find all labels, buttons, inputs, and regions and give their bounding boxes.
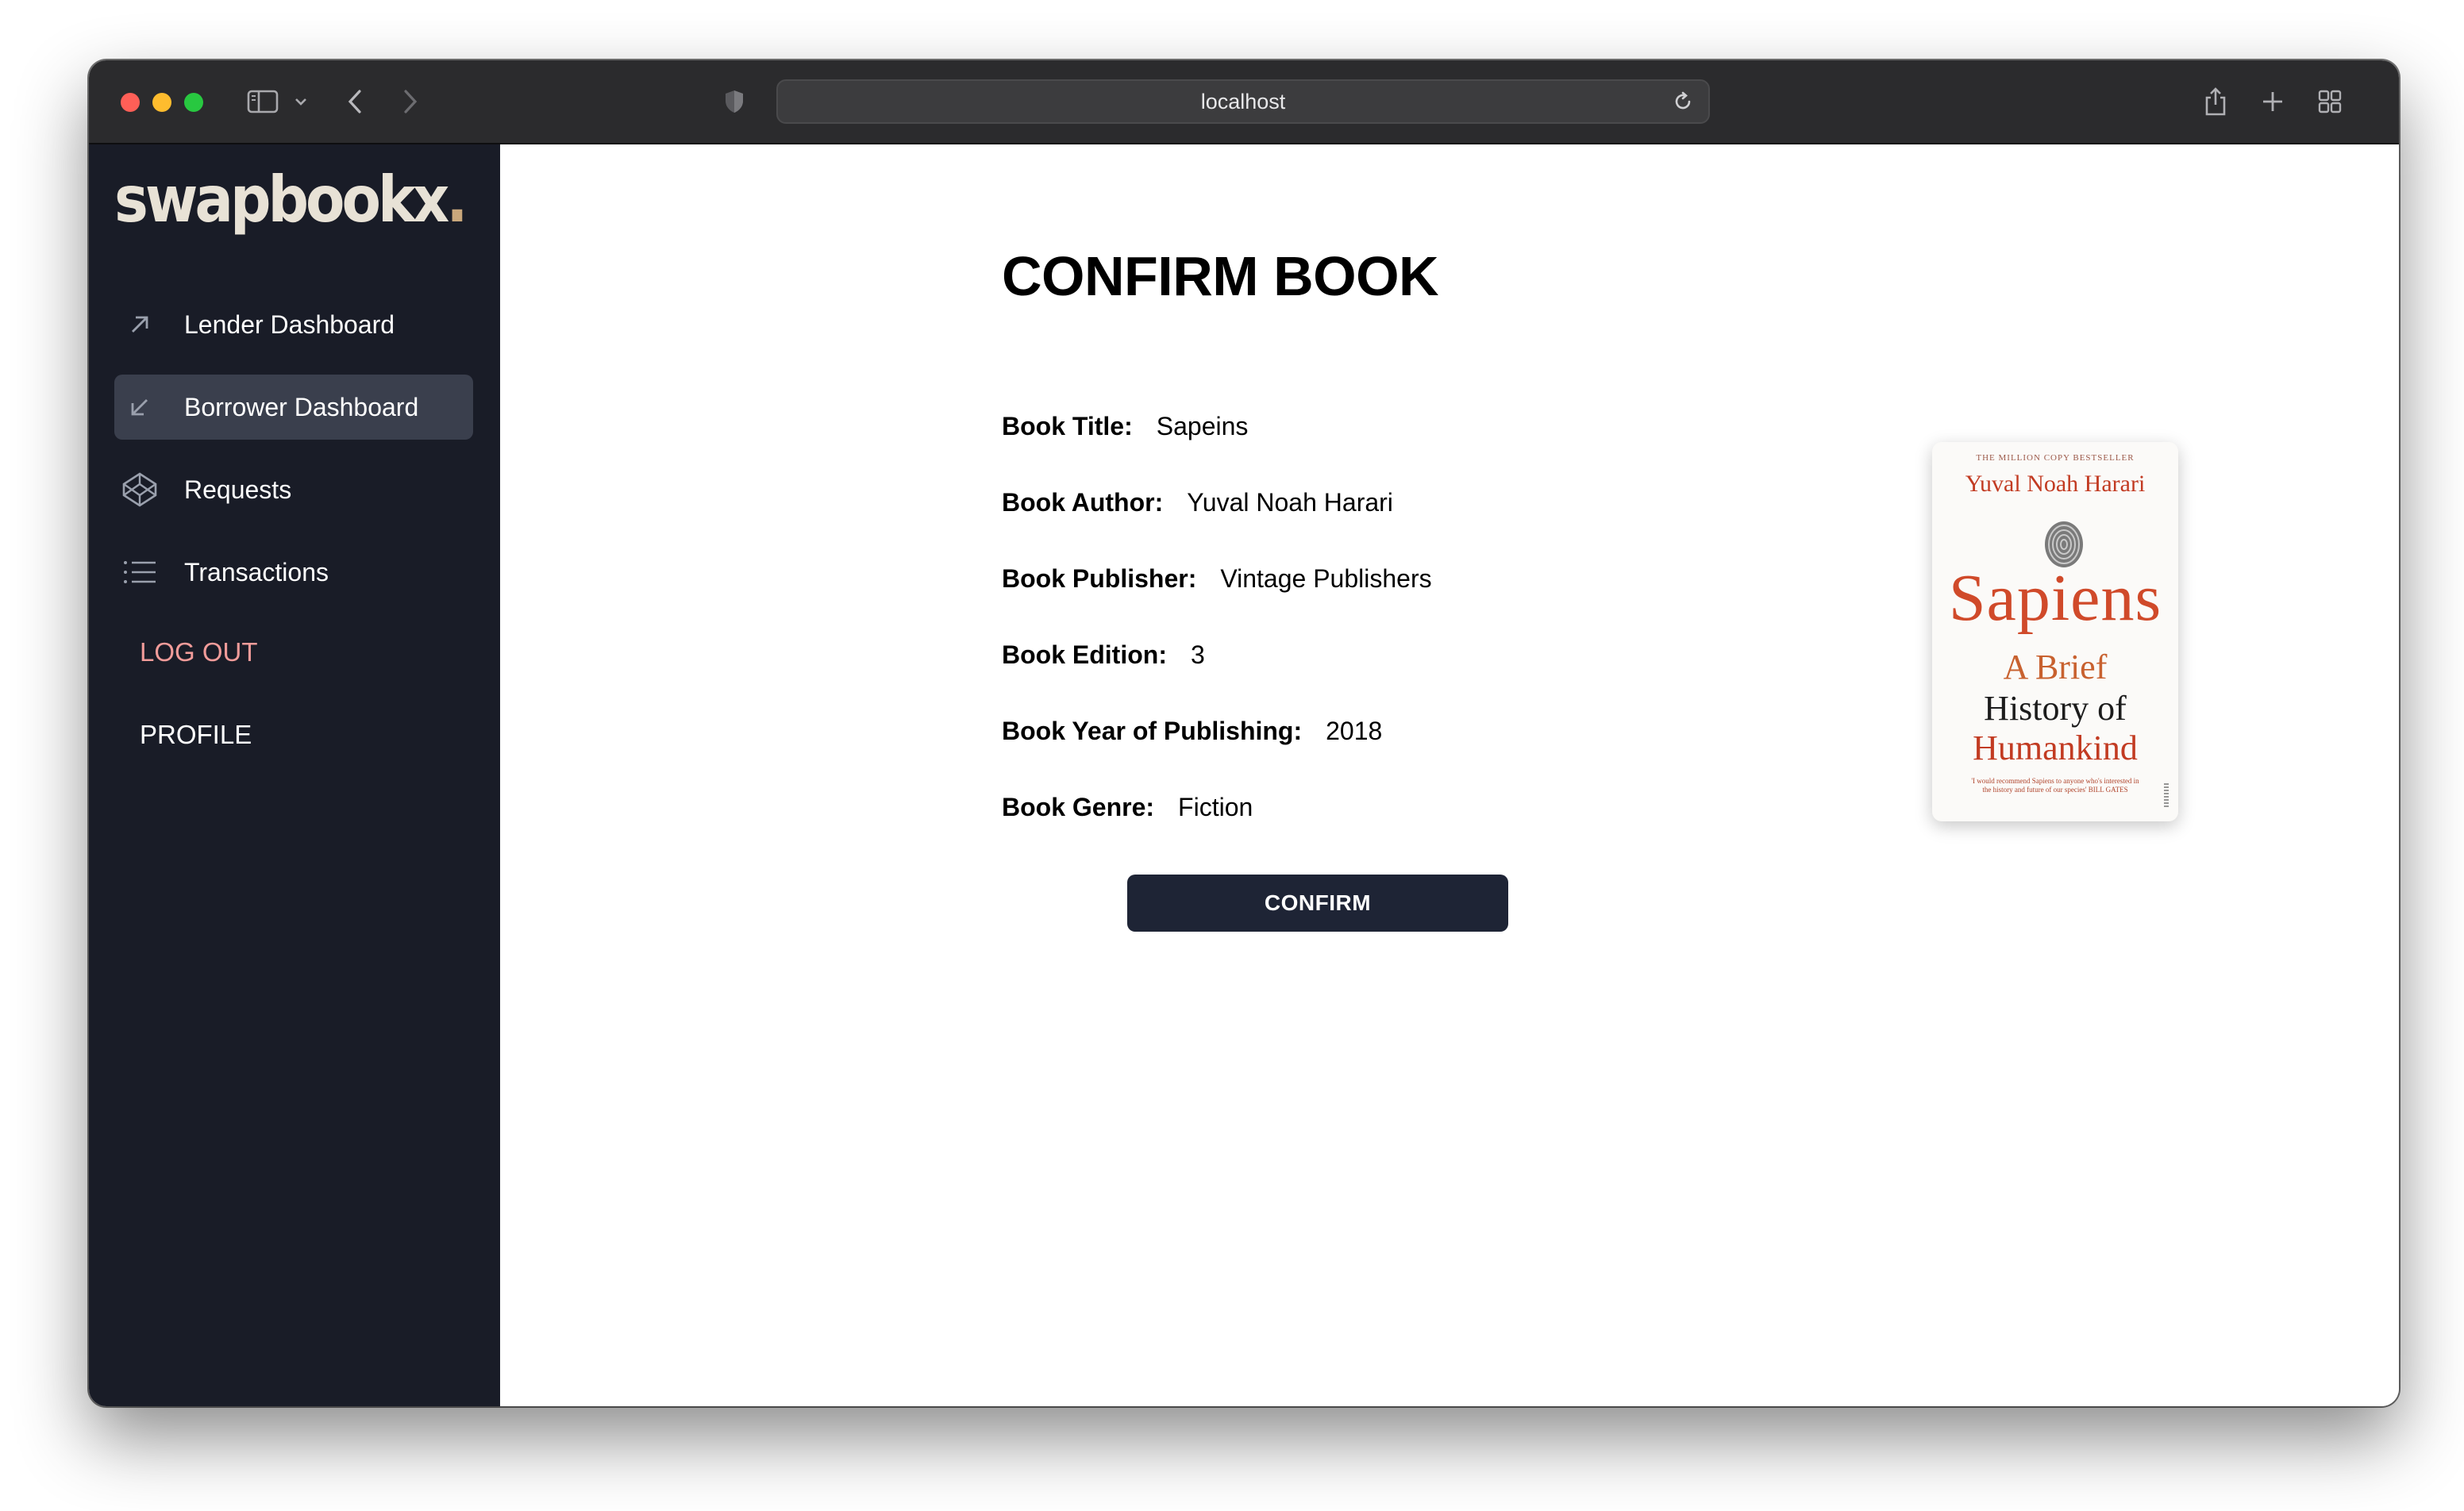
book-edition-field: Book Edition: 3	[1002, 635, 1205, 675]
field-value: Fiction	[1178, 793, 1253, 821]
book-year-field: Book Year of Publishing: 2018	[1002, 711, 1382, 751]
browser-window: localhost swapbookx. Lender Dashboard Bo…	[89, 60, 2399, 1406]
close-window-button[interactable]	[121, 93, 140, 112]
list-icon	[121, 559, 159, 585]
field-value: 3	[1190, 640, 1205, 669]
sidebar-item-label: Transactions	[184, 557, 329, 586]
main-content: CONFIRM BOOK Book Title: Sapeins Book Aut…	[500, 144, 2399, 1406]
new-tab-plus-icon[interactable]	[2259, 84, 2286, 119]
book-author-field: Book Author: Yuval Noah Harari	[1002, 483, 1393, 522]
cover-quote: 'I would recommend Sapiens to anyone who…	[1971, 777, 2139, 794]
reload-icon[interactable]	[1672, 90, 1694, 113]
field-label: Book Title:	[1002, 412, 1133, 440]
sidebar-item-lender-dashboard[interactable]: Lender Dashboard	[114, 292, 473, 357]
field-label: Book Genre:	[1002, 793, 1155, 821]
profile-link[interactable]: PROFILE	[140, 711, 252, 759]
back-arrow-icon[interactable]	[343, 84, 367, 119]
minimize-window-button[interactable]	[152, 93, 171, 112]
publisher-mark	[2164, 783, 2169, 807]
arrow-up-right-icon	[121, 313, 159, 336]
book-publisher-field: Book Publisher: Vintage Publishers	[1002, 559, 1432, 598]
field-label: Book Publisher:	[1002, 564, 1197, 593]
forward-arrow-icon[interactable]	[398, 84, 422, 119]
cover-subtitle-line: History of	[1984, 689, 2127, 728]
field-label: Book Year of Publishing:	[1002, 717, 1303, 745]
address-bar[interactable]: localhost	[776, 79, 1710, 124]
sidebar: swapbookx. Lender Dashboard Borrower Das…	[89, 144, 500, 1406]
cover-subtitle-line: Humankind	[1973, 729, 2138, 767]
book-title-field: Book Title: Sapeins	[1002, 406, 1248, 446]
browser-toolbar: localhost	[89, 60, 2399, 144]
tab-overview-icon[interactable]	[2316, 84, 2343, 119]
sidebar-item-requests[interactable]: Requests	[114, 457, 473, 522]
field-label: Book Author:	[1002, 488, 1164, 517]
cover-tagline: THE MILLION COPY BESTSELLER	[1976, 453, 2135, 463]
cover-subtitle-line: A Brief	[2003, 648, 2108, 686]
book-genre-field: Book Genre: Fiction	[1002, 787, 1253, 827]
page-title: CONFIRM BOOK	[1002, 245, 1439, 307]
field-value: Vintage Publishers	[1220, 564, 1432, 593]
codepen-icon	[121, 471, 159, 508]
sidebar-item-label: Requests	[184, 475, 292, 504]
field-value: Sapeins	[1156, 412, 1249, 440]
sidebar-item-borrower-dashboard[interactable]: Borrower Dashboard	[114, 375, 473, 440]
chevron-down-icon[interactable]	[292, 84, 310, 119]
confirm-button[interactable]: CONFIRM	[1127, 875, 1508, 932]
zoom-window-button[interactable]	[184, 93, 203, 112]
brand-name: swapbookx	[114, 162, 449, 237]
privacy-shield-icon[interactable]	[721, 84, 748, 119]
sidebar-item-label: Borrower Dashboard	[184, 392, 419, 421]
desktop-background: localhost swapbookx. Lender Dashboard Bo…	[0, 0, 2464, 1511]
cover-title: Sapiens	[1948, 561, 2162, 635]
field-value: Yuval Noah Harari	[1187, 488, 1393, 517]
field-value: 2018	[1326, 717, 1383, 745]
brand-dot: .	[446, 162, 468, 237]
share-icon[interactable]	[2202, 84, 2229, 119]
arrow-down-left-icon	[121, 395, 159, 419]
url-text: localhost	[1200, 90, 1286, 113]
sidebar-item-label: Lender Dashboard	[184, 310, 395, 339]
logout-link[interactable]: LOG OUT	[140, 629, 258, 676]
cover-author: Yuval Noah Harari	[1965, 471, 2146, 497]
sidebar-toggle-icon[interactable]	[244, 84, 281, 119]
book-cover-image: THE MILLION COPY BESTSELLER Yuval Noah H…	[1932, 442, 2178, 821]
brand-logo[interactable]: swapbookx.	[114, 162, 468, 237]
field-label: Book Edition:	[1002, 640, 1167, 669]
sidebar-item-transactions[interactable]: Transactions	[114, 540, 473, 605]
